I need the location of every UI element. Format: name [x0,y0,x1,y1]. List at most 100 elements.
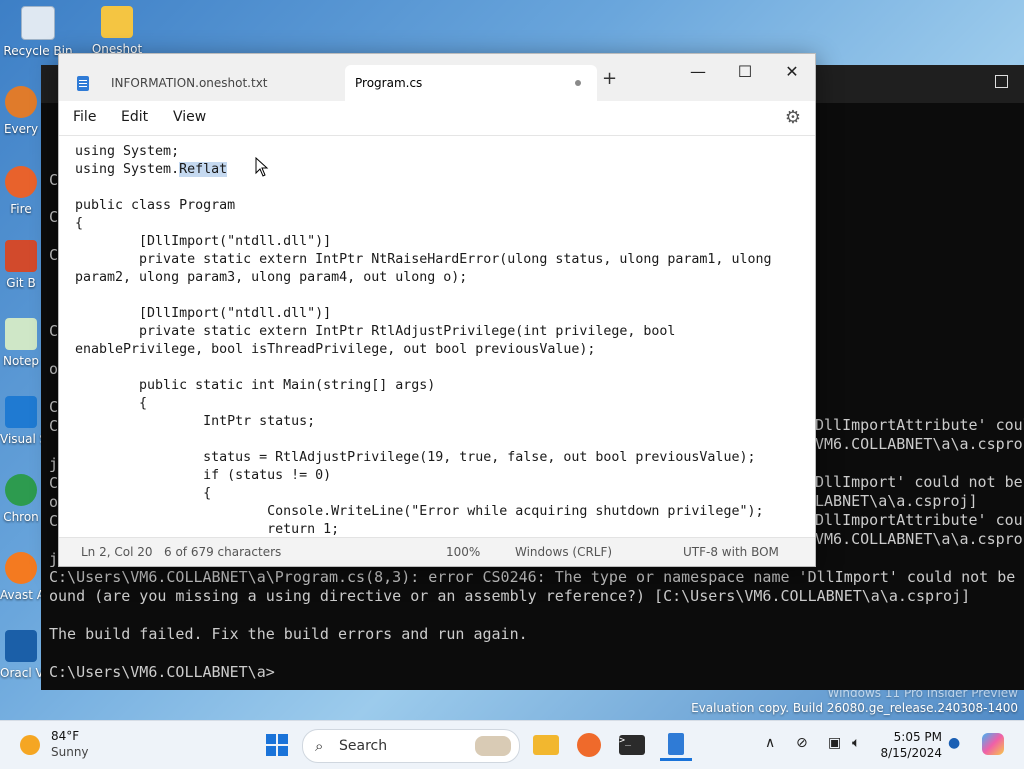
desktop-icon-label: Avast Anti [0,588,42,602]
virtualbox-icon [5,630,37,662]
status-bar: Ln 2, Col 20 6 of 679 characters 100% Wi… [59,537,815,566]
notepad-window[interactable]: INFORMATION.oneshot.txt Program.cs + — ☐… [58,53,816,567]
clock-time: 5:05 PM [893,730,942,744]
desktop-icon-label: Oracl Virtu [0,666,42,680]
terminal-fragment: C [49,417,59,435]
copilot-icon[interactable] [982,733,1004,755]
desktop-icon-visual-studio-code[interactable]: Visual S Go [0,396,42,446]
volume-icon[interactable]: 🔈︎ [852,735,860,751]
menu-bar: File Edit View ⚙ [59,101,815,136]
network-icon[interactable]: ⊘ [796,735,808,751]
line-ending[interactable]: Windows (CRLF) [515,545,612,559]
desktop-icon-git-bash[interactable]: Git B [0,240,42,290]
code-line: public static int Main(string[] args) [75,378,436,393]
everything-icon [5,86,37,118]
minimize-button[interactable]: — [675,58,721,86]
terminal-fragment: C [49,512,59,530]
tab-information-oneshot[interactable]: INFORMATION.oneshot.txt [69,65,339,101]
code-line: enablePrivilege, bool isThreadPrivilege,… [75,342,596,357]
clock-date: 8/15/2024 [880,746,942,760]
avast-icon [5,552,37,584]
folder-icon [101,6,133,38]
settings-gear-icon[interactable]: ⚙ [785,107,801,128]
search-placeholder: Search [339,738,388,754]
desktop-icon-notepad[interactable]: Notep [0,318,42,368]
terminal-right-fragment: LABNET\a\a.csproj] [815,492,978,510]
code-line: if (status != 0) [75,468,332,483]
tab-label: Program.cs [355,76,423,90]
chevron-up-icon[interactable]: ∧ [765,735,775,751]
weather-desc: Sunny [51,745,89,759]
vscode-icon [5,396,37,428]
code-line: { [75,216,84,231]
close-button[interactable]: ✕ [769,58,815,86]
desktop-icon-label: Visual S Go [0,432,42,446]
notepad-file-icon [77,75,89,91]
watermark-line2: Evaluation copy. Build 26080.ge_release.… [691,701,1018,715]
desktop-icon-avast[interactable]: Avast Anti [0,552,42,602]
menu-edit[interactable]: Edit [121,109,148,125]
firefox-taskbar-icon[interactable] [573,729,605,761]
terminal-right-fragment: DllImport' could not be [815,473,1023,491]
desktop-icon-recycle-bin[interactable]: Recycle Bin [3,6,73,58]
desktop-icon-chrome[interactable]: Chron [0,474,42,524]
code-line: using System; [75,144,180,159]
desktop-icon-label: Git B [6,276,36,290]
terminal-fragment: j [49,455,59,473]
terminal-fragment: j [49,550,59,568]
zoom-level[interactable]: 100% [446,545,480,559]
new-tab-button[interactable]: + [602,68,617,89]
code-line: public class Program [75,198,236,213]
terminal-fragment: C [49,398,59,416]
terminal-fragment: o [49,360,59,378]
tab-strip: INFORMATION.oneshot.txt Program.cs + — ☐… [59,54,815,101]
terminal-error-line: C:\Users\VM6.COLLABNET\a\Program.cs(8,3)… [49,568,1024,586]
firefox-icon [5,166,37,198]
maximize-button[interactable]: ☐ [722,58,768,86]
search-box[interactable]: ⌕ Search [302,729,520,763]
code-line: { [75,486,212,501]
desktop-icon-label: Fire [10,202,32,216]
code-line: param2, ulong param3, ulong param4, out … [75,270,468,285]
chrome-icon [5,474,37,506]
terminal-right-fragment: DllImportAttribute' coul [815,416,1024,434]
weather-temp: 84°F [51,729,80,743]
terminal-taskbar-icon[interactable]: >_ [616,729,648,761]
terminal-right-fragment: DllImportAttribute' coul [815,511,1024,529]
notepad-icon [5,318,37,350]
terminal-right-fragment: VM6.COLLABNET\a\a.cspro [815,530,1023,548]
code-line: return 1; [75,522,340,537]
search-highlight-icon [475,736,511,756]
tab-label: INFORMATION.oneshot.txt [111,76,268,90]
clock[interactable]: 5:05 PM 8/15/2024 [880,729,942,761]
taskbar: 84°F Sunny ⌕ Search >_ ∧ ⊘ ▣ 🔈︎ 5:05 PM … [0,720,1024,769]
notepad-taskbar-icon[interactable] [660,729,692,761]
code-line: IntPtr status; [75,414,316,429]
code-line: private static extern IntPtr RtlAdjustPr… [75,324,676,339]
terminal-fragment: C [49,474,59,492]
desktop-icon-label: Every [3,122,39,136]
desktop-icon-oneshot[interactable]: Oneshot [82,6,152,56]
text-editor[interactable]: using System; using System.Reflat public c… [59,136,815,539]
code-line: using System.Reflat [75,162,228,177]
menu-view[interactable]: View [173,109,206,125]
desktop-icon-label: Chron [3,510,39,524]
maximize-icon[interactable] [995,75,1008,88]
unsaved-dot-icon[interactable] [575,80,581,86]
terminal-fragment: C [49,171,59,189]
notification-bell-icon[interactable]: ● [948,735,960,751]
desktop-icon-oracle-virtualbox[interactable]: Oracl Virtu [0,630,42,680]
tab-program-cs[interactable]: Program.cs [345,65,597,101]
menu-file[interactable]: File [73,109,96,125]
terminal-fragment: o [49,493,59,511]
recycle-bin-icon [21,6,55,40]
desktop-icon-everything[interactable]: Every [0,86,42,136]
file-explorer-icon[interactable] [530,729,562,761]
start-button[interactable] [261,729,293,761]
display-icon[interactable]: ▣ [828,735,841,751]
terminal-fragment: C [49,322,59,340]
search-icon: ⌕ [315,737,324,755]
encoding[interactable]: UTF-8 with BOM [683,545,779,559]
desktop-icon-firefox[interactable]: Fire [0,166,42,216]
terminal-prompt[interactable]: C:\Users\VM6.COLLABNET\a> [49,663,275,681]
